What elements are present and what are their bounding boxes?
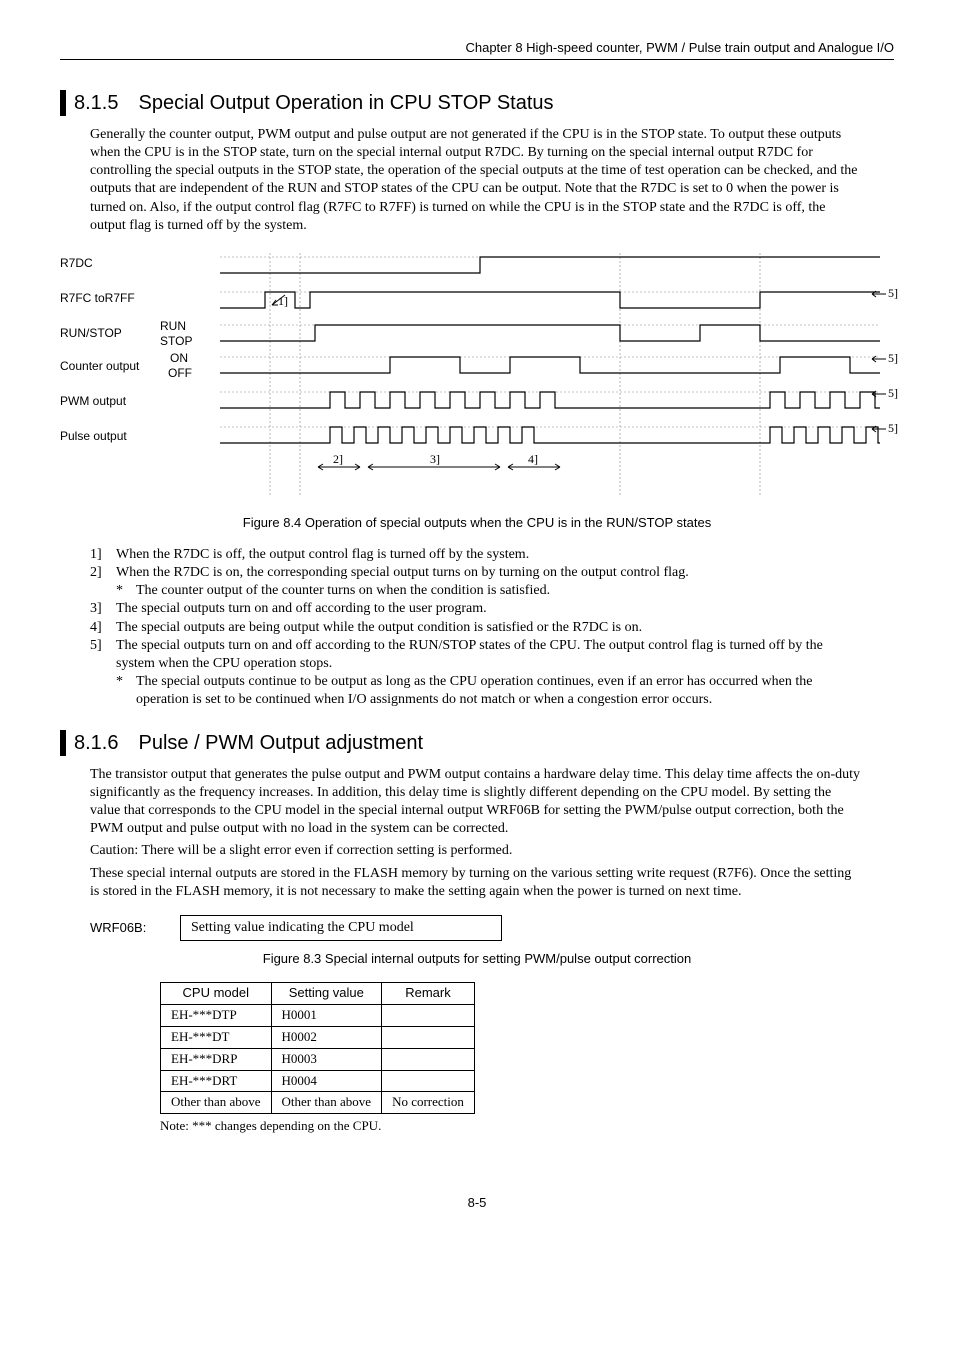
marker-5d: 5] [888, 421, 898, 435]
page-number: 8-5 [60, 1195, 894, 1212]
heading-bar-icon [60, 730, 66, 756]
notes-list-815: 1]When the R7DC is off, the output contr… [90, 546, 864, 710]
marker-1: 1] [278, 294, 288, 308]
section-number-816: 8.1.6 [74, 730, 118, 756]
figure-84-caption: Figure 8.4 Operation of special outputs … [60, 515, 894, 532]
section-816-caution: Caution: There will be a slight error ev… [90, 842, 864, 860]
table-row: EH-***DTH0002 [161, 1026, 475, 1048]
label-on: ON [170, 351, 188, 365]
note-2: When the R7DC is on, the corresponding s… [116, 564, 864, 582]
marker-4: 4] [528, 452, 538, 466]
note-1: When the R7DC is off, the output control… [116, 546, 864, 564]
label-counter: Counter output [60, 359, 140, 373]
section-heading-816: 8.1.6 Pulse / PWM Output adjustment [60, 730, 894, 756]
section-number: 8.1.5 [74, 90, 118, 116]
wrf06b-row: WRF06B: Setting value indicating the CPU… [90, 915, 864, 941]
marker-5b: 5] [888, 351, 898, 365]
label-r7dc: R7DC [60, 256, 93, 270]
cpu-model-table: CPU model Setting value Remark EH-***DTP… [160, 982, 475, 1114]
marker-5a: 5] [888, 286, 898, 300]
note-4: The special outputs are being output whi… [116, 619, 864, 637]
table-note: Note: *** changes depending on the CPU. [160, 1118, 894, 1135]
page-header: Chapter 8 High-speed counter, PWM / Puls… [60, 40, 894, 60]
label-pwm: PWM output [60, 394, 127, 408]
table-row: EH-***DRTH0004 [161, 1070, 475, 1092]
th-remark: Remark [382, 982, 475, 1004]
section-816-para1: The transistor output that generates the… [90, 766, 864, 839]
figure-83-caption: Figure 8.3 Special internal outputs for … [60, 951, 894, 968]
table-row: EH-***DRPH0003 [161, 1048, 475, 1070]
note-3: The special outputs turn on and off acco… [116, 600, 864, 618]
wrf06b-box: Setting value indicating the CPU model [180, 915, 502, 941]
marker-3: 3] [430, 452, 440, 466]
section-815-paragraph: Generally the counter output, PWM output… [90, 126, 864, 235]
marker-2: 2] [333, 452, 343, 466]
section-title: Special Output Operation in CPU STOP Sta… [138, 90, 553, 116]
label-pulse: Pulse output [60, 429, 127, 443]
table-row: Other than aboveOther than aboveNo corre… [161, 1092, 475, 1114]
note-5: The special outputs turn on and off acco… [116, 637, 864, 673]
section-title-816: Pulse / PWM Output adjustment [138, 730, 423, 756]
label-r7fc: R7FC toR7FF [60, 291, 135, 305]
marker-5c: 5] [888, 386, 898, 400]
th-setting-value: Setting value [271, 982, 382, 1004]
section-heading-815: 8.1.5 Special Output Operation in CPU ST… [60, 90, 894, 116]
label-runstop: RUN/STOP [60, 326, 122, 340]
timing-diagram-svg: .lbl { font-family: Arial, Helvetica, sa… [60, 247, 900, 507]
heading-bar-icon [60, 90, 66, 116]
note-2-star: The counter output of the counter turns … [136, 582, 550, 600]
th-cpu-model: CPU model [161, 982, 272, 1004]
table-row: EH-***DTPH0001 [161, 1004, 475, 1026]
section-816-para2: These special internal outputs are store… [90, 865, 864, 901]
wrf06b-label: WRF06B: [90, 920, 180, 937]
label-stop: STOP [160, 334, 192, 348]
note-5-star: The special outputs continue to be outpu… [136, 673, 864, 709]
label-off: OFF [168, 366, 192, 380]
timing-diagram-figure: .lbl { font-family: Arial, Helvetica, sa… [60, 247, 894, 532]
label-run: RUN [160, 319, 186, 333]
